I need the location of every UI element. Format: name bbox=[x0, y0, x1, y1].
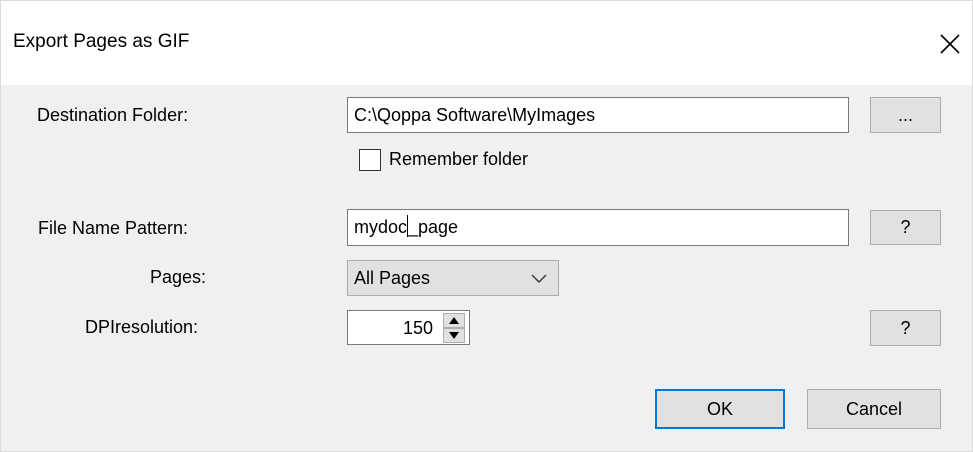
remember-folder-label[interactable]: Remember folder bbox=[389, 149, 528, 170]
file-name-pattern-label: File Name Pattern: bbox=[38, 218, 189, 238]
help-button-label: ? bbox=[900, 217, 911, 237]
browse-button-label: ... bbox=[897, 105, 913, 125]
help-button-label: ? bbox=[900, 318, 911, 338]
close-icon bbox=[940, 34, 960, 54]
pages-selected-value: All Pages bbox=[354, 268, 431, 288]
dialog-title: Export Pages as GIF bbox=[13, 31, 190, 52]
file-name-pattern-value-end: _page bbox=[408, 217, 459, 237]
arrow-up-icon bbox=[449, 317, 459, 324]
spin-down-button[interactable] bbox=[443, 328, 465, 343]
ok-button[interactable]: OK bbox=[655, 389, 785, 429]
destination-folder-input[interactable]: C:\Qoppa Software\MyImages bbox=[347, 97, 849, 133]
file-name-pattern-help-button[interactable]: ? bbox=[870, 210, 941, 245]
destination-folder-label: Destination Folder: bbox=[37, 105, 189, 125]
close-button[interactable] bbox=[935, 29, 965, 59]
destination-folder-value: C:\Qoppa Software\MyImages bbox=[354, 105, 596, 125]
pages-label: Pages: bbox=[150, 267, 207, 287]
dpi-resolution-spinner[interactable]: 150 bbox=[347, 310, 470, 345]
remember-folder-checkbox[interactable] bbox=[359, 149, 381, 171]
arrow-down-icon bbox=[449, 332, 459, 339]
cancel-button[interactable]: Cancel bbox=[807, 389, 941, 429]
file-name-pattern-input[interactable]: mydoc_page bbox=[347, 209, 849, 246]
pages-select[interactable]: All Pages bbox=[347, 260, 559, 296]
ok-button-label: OK bbox=[706, 399, 733, 419]
file-name-pattern-value-start: mydoc bbox=[354, 217, 408, 237]
chevron-down-icon bbox=[531, 274, 547, 283]
dpi-resolution-value: 150 bbox=[402, 318, 433, 338]
cancel-button-label: Cancel bbox=[845, 399, 903, 419]
dpi-resolution-label: DPIresolution: bbox=[85, 317, 199, 337]
browse-button[interactable]: ... bbox=[870, 97, 941, 133]
dpi-help-button[interactable]: ? bbox=[870, 310, 941, 346]
spin-up-button[interactable] bbox=[443, 313, 465, 328]
title-bar: Export Pages as GIF bbox=[1, 1, 972, 85]
export-gif-dialog: Export Pages as GIF Destination Folder: … bbox=[0, 0, 973, 452]
